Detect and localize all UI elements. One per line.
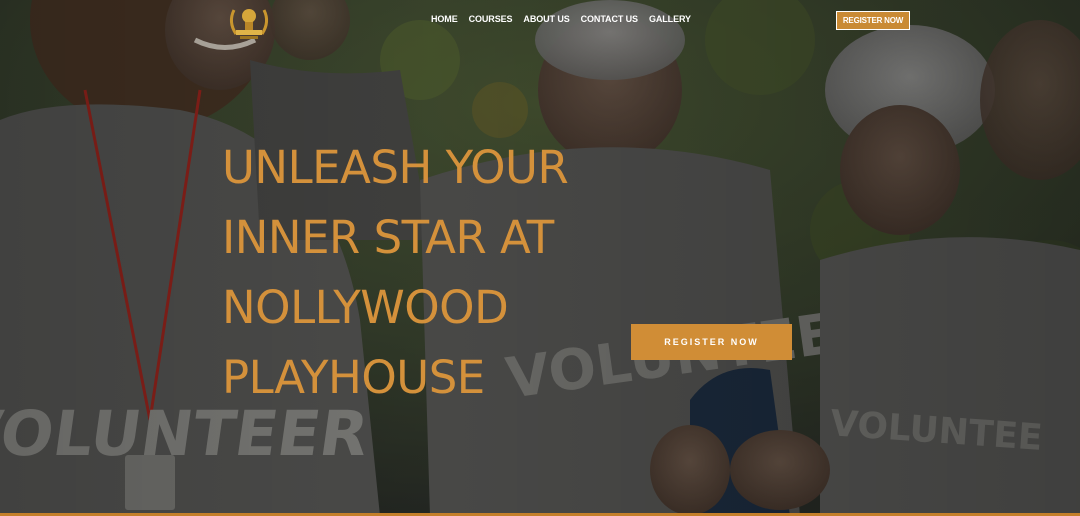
- nav-item-courses[interactable]: COURSES: [469, 14, 513, 28]
- main-nav: HOME COURSES ABOUT US CONTACT US GALLERY: [431, 14, 691, 28]
- headline-line-2: INNER STAR AT: [222, 211, 554, 264]
- nav-item-gallery[interactable]: GALLERY: [649, 14, 691, 28]
- nav-item-contact-us[interactable]: CONTACT US: [581, 14, 638, 28]
- headline-line-1: UNLEASH YOUR: [222, 141, 569, 194]
- laurel-trophy-icon[interactable]: [226, 2, 272, 42]
- hero-section: VOLUNTEER VOLUNTEER VOLUNTEE HOME COURSE…: [0, 0, 1080, 516]
- nav-item-about-us[interactable]: ABOUT US: [523, 14, 569, 28]
- hero-register-button[interactable]: REGISTER NOW: [631, 324, 792, 360]
- headline-line-3: NOLLYWOOD: [222, 281, 509, 334]
- header-register-button[interactable]: REGISTER NOW: [836, 11, 910, 30]
- hero-headline: UNLEASH YOUR INNER STAR AT NOLLYWOOD PLA…: [222, 133, 622, 413]
- nav-item-home[interactable]: HOME: [431, 14, 458, 28]
- headline-line-4: PLAYHOUSE: [222, 351, 485, 404]
